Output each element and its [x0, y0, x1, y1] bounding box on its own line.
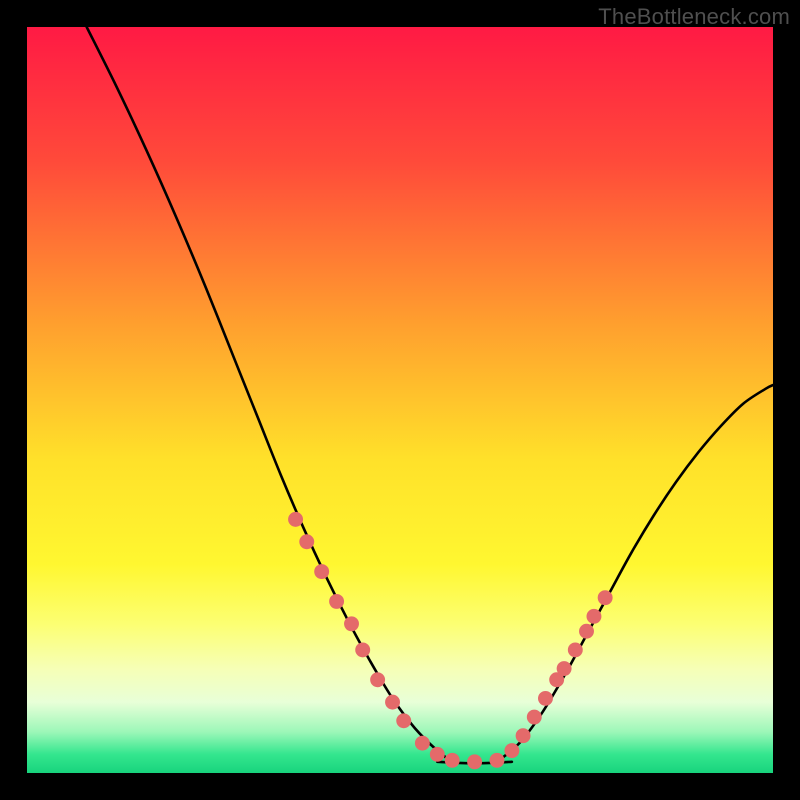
marker-dot [314, 564, 329, 579]
marker-dot [579, 624, 594, 639]
marker-dot [415, 736, 430, 751]
marker-dot [329, 594, 344, 609]
marker-dot [568, 642, 583, 657]
marker-dot [430, 747, 445, 762]
marker-dot [490, 753, 505, 768]
chart-frame [27, 27, 773, 773]
marker-dot [355, 642, 370, 657]
marker-dot [516, 728, 531, 743]
marker-dot [467, 754, 482, 769]
marker-dot [299, 534, 314, 549]
marker-dot [385, 695, 400, 710]
marker-dot [344, 616, 359, 631]
marker-dot [504, 743, 519, 758]
marker-dot [396, 713, 411, 728]
marker-dot [527, 710, 542, 725]
marker-dot [598, 590, 613, 605]
marker-dot [538, 691, 553, 706]
gradient-background [27, 27, 773, 773]
marker-dot [370, 672, 385, 687]
marker-dot [587, 609, 602, 624]
bottleneck-chart [27, 27, 773, 773]
marker-dot [288, 512, 303, 527]
watermark-text: TheBottleneck.com [598, 4, 790, 30]
marker-dot [557, 661, 572, 676]
marker-dot [445, 753, 460, 768]
